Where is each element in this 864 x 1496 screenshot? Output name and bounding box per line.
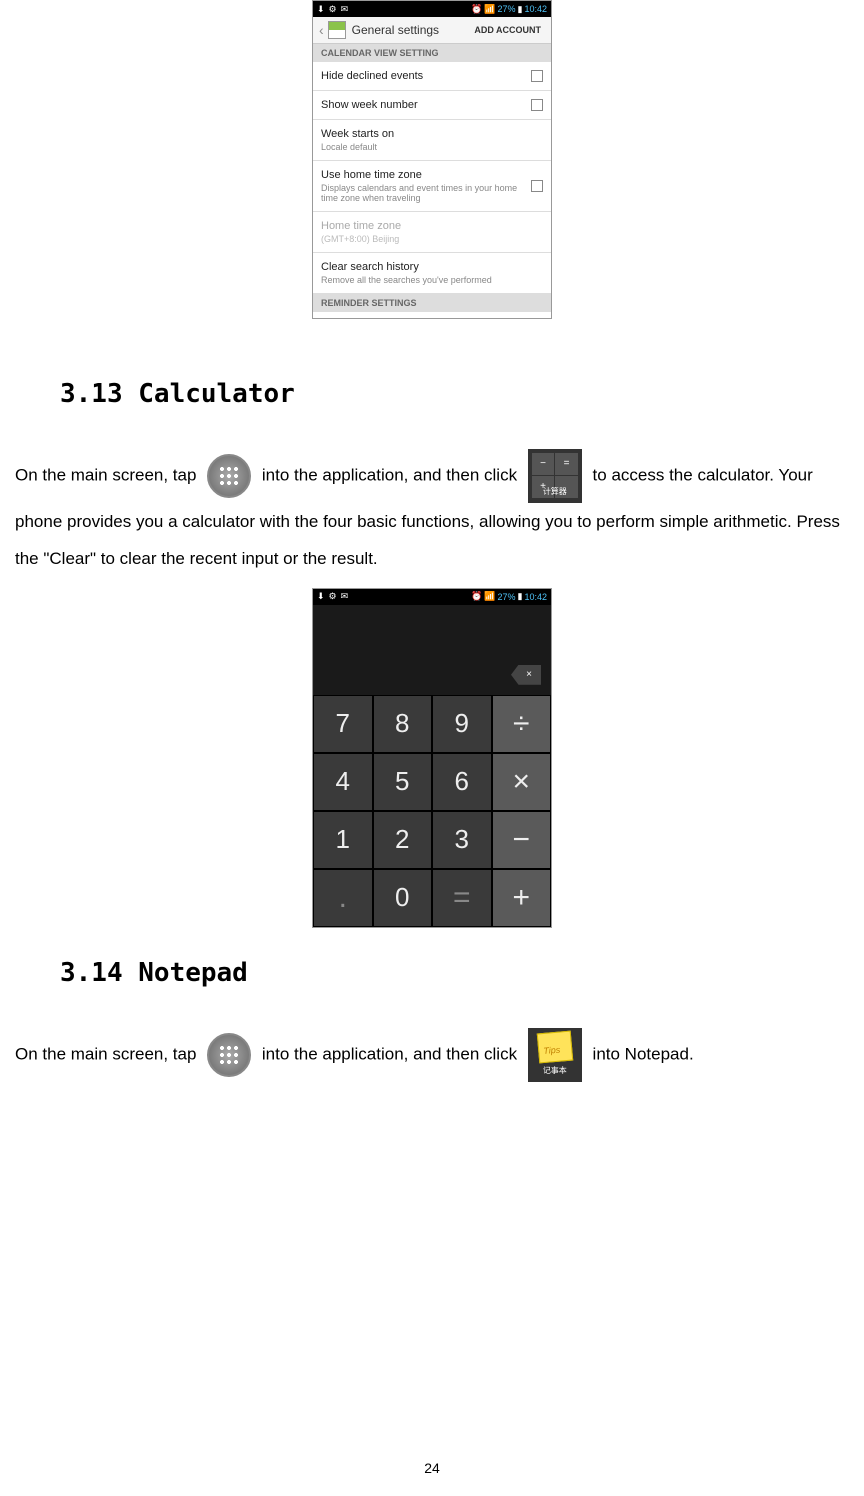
section-reminder: REMINDER SETTINGS — [313, 294, 551, 312]
signal-icon: 📶 — [484, 591, 495, 602]
calculator-screenshot: ⬇ ⚙ ✉ ⏰ 📶 27% ▮ 10:42 × 7 8 9 ÷ 4 5 6 × … — [312, 588, 552, 928]
msg-icon: ✉ — [341, 4, 349, 15]
calc-btn-plus[interactable]: + — [492, 869, 552, 927]
clear-history-sub: Remove all the searches you've performed — [321, 275, 543, 285]
show-week-checkbox[interactable] — [531, 99, 543, 111]
header-title: General settings — [352, 23, 471, 37]
usb-icon: ⬇ — [317, 591, 325, 602]
signal-icon: 📶 — [484, 4, 495, 15]
calculator-heading: 3.13 Calculator — [60, 379, 854, 409]
home-tz-value-row: Home time zone (GMT+8:00) Beijing — [313, 212, 551, 253]
msg-icon: ✉ — [341, 591, 349, 602]
calc-btn-multiply[interactable]: × — [492, 753, 552, 811]
notepad-text-1: On the main screen, tap — [15, 1044, 196, 1063]
battery-icon: ▮ — [518, 591, 523, 602]
section-calendar-view: CALENDAR VIEW SETTING — [313, 44, 551, 62]
calc-btn-0[interactable]: 0 — [373, 869, 433, 927]
notepad-text-3: into Notepad. — [593, 1044, 694, 1063]
calc-btn-dot[interactable]: . — [313, 869, 373, 927]
notepad-app-icon: 记事本 — [528, 1028, 582, 1082]
clear-history-label: Clear search history — [321, 261, 543, 273]
show-week-label: Show week number — [321, 99, 418, 111]
clear-history-row[interactable]: Clear search history Remove all the sear… — [313, 253, 551, 294]
calc-btn-3[interactable]: 3 — [432, 811, 492, 869]
calculator-keypad: 7 8 9 ÷ 4 5 6 × 1 2 3 − . 0 = + — [313, 695, 551, 927]
home-tz-label: Use home time zone — [321, 169, 531, 181]
calc-icon-minus: − — [532, 453, 555, 475]
alarm-icon: ⏰ — [471, 591, 482, 602]
battery-level: 27% — [498, 592, 516, 602]
battery-icon: ▮ — [518, 4, 523, 15]
home-tz-sub: Displays calendars and event times in yo… — [321, 183, 531, 203]
week-starts-row[interactable]: Week starts on Locale default — [313, 120, 551, 161]
home-tz-value-label: Home time zone — [321, 220, 543, 232]
calendar-icon — [328, 21, 346, 39]
hide-declined-row[interactable]: Hide declined events — [313, 62, 551, 91]
week-starts-label: Week starts on — [321, 128, 543, 140]
week-starts-sub: Locale default — [321, 142, 543, 152]
home-tz-row[interactable]: Use home time zone Displays calendars an… — [313, 161, 551, 212]
back-icon[interactable]: ‹ — [319, 22, 324, 38]
calculator-paragraph: On the main screen, tap into the applica… — [15, 449, 849, 578]
backspace-button[interactable]: × — [511, 665, 541, 685]
add-account-button[interactable]: ADD ACCOUNT — [470, 23, 545, 37]
notepad-paragraph: On the main screen, tap into the applica… — [15, 1028, 849, 1082]
calc-btn-4[interactable]: 4 — [313, 753, 373, 811]
calc-text-3: to access the — [593, 465, 693, 484]
calc-text-2: into the application, and then click — [262, 465, 517, 484]
calc-btn-5[interactable]: 5 — [373, 753, 433, 811]
calc-status-bar: ⬇ ⚙ ✉ ⏰ 📶 27% ▮ 10:42 — [313, 589, 551, 605]
apps-drawer-icon — [207, 454, 251, 498]
apps-drawer-icon-2 — [207, 1033, 251, 1077]
debug-icon: ⚙ — [329, 591, 337, 602]
show-week-row[interactable]: Show week number — [313, 91, 551, 120]
calc-btn-minus[interactable]: − — [492, 811, 552, 869]
hide-declined-label: Hide declined events — [321, 70, 423, 82]
calc-btn-7[interactable]: 7 — [313, 695, 373, 753]
calc-btn-1[interactable]: 1 — [313, 811, 373, 869]
calc-btn-8[interactable]: 8 — [373, 695, 433, 753]
calc-icon-label: 计算器 — [528, 483, 582, 501]
home-tz-checkbox[interactable] — [531, 180, 543, 192]
sticky-note-icon — [537, 1030, 573, 1063]
status-time: 10:42 — [524, 4, 547, 14]
notepad-icon-label: 记事本 — [528, 1062, 582, 1080]
calc-icon-equals: = — [555, 453, 578, 475]
calc-btn-equals[interactable]: = — [432, 869, 492, 927]
calc-btn-9[interactable]: 9 — [432, 695, 492, 753]
home-tz-value-sub: (GMT+8:00) Beijing — [321, 234, 543, 244]
debug-icon: ⚙ — [329, 4, 337, 15]
calculator-app-icon: − = + 计算器 — [528, 449, 582, 503]
page-number: 24 — [424, 1460, 440, 1476]
hide-declined-checkbox[interactable] — [531, 70, 543, 82]
usb-icon: ⬇ — [317, 4, 325, 15]
alarm-icon: ⏰ — [471, 4, 482, 15]
calc-btn-divide[interactable]: ÷ — [492, 695, 552, 753]
notepad-heading: 3.14 Notepad — [60, 958, 854, 988]
calc-btn-6[interactable]: 6 — [432, 753, 492, 811]
status-bar: ⬇ ⚙ ✉ ⏰ 📶 27% ▮ 10:42 — [313, 1, 551, 17]
calc-text-1: On the main screen, tap — [15, 465, 196, 484]
notepad-text-2: into the application, and then click — [262, 1044, 517, 1063]
battery-level: 27% — [498, 4, 516, 14]
status-time: 10:42 — [524, 592, 547, 602]
settings-header[interactable]: ‹ General settings ADD ACCOUNT — [313, 17, 551, 44]
calc-btn-2[interactable]: 2 — [373, 811, 433, 869]
settings-screenshot: ⬇ ⚙ ✉ ⏰ 📶 27% ▮ 10:42 ‹ General settings… — [312, 0, 552, 319]
calculator-display: × — [313, 605, 551, 695]
